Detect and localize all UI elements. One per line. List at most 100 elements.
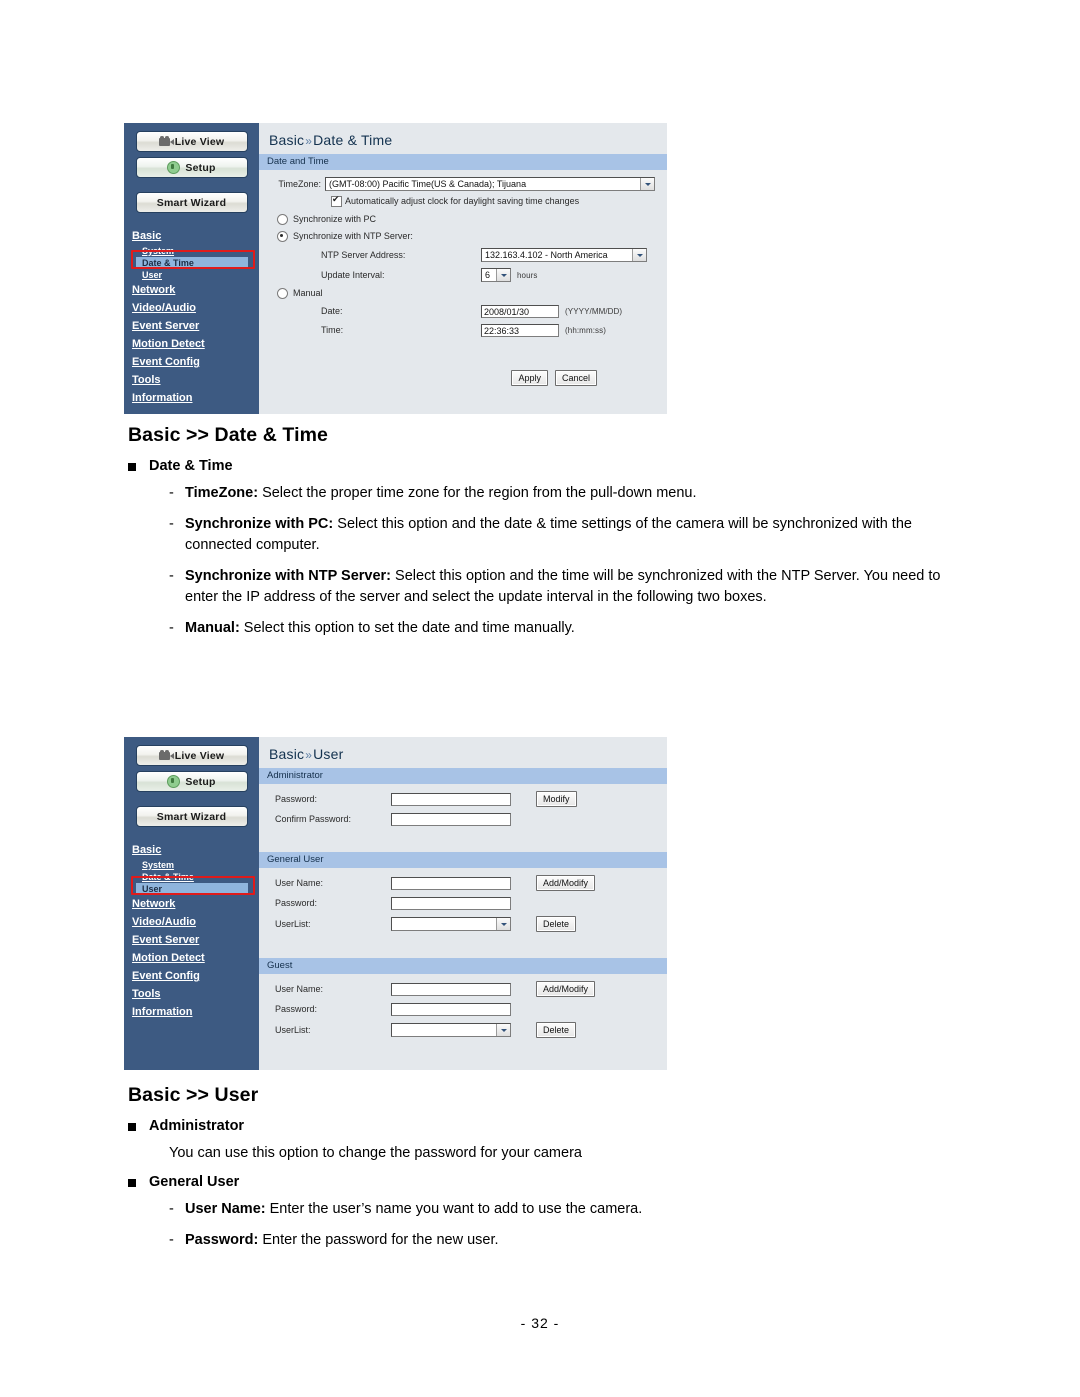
guest-username-input[interactable]	[391, 982, 511, 996]
nav-item-event-config[interactable]: Event Config	[132, 967, 259, 985]
section-bar-guest: Guest	[259, 958, 667, 974]
gear-icon	[167, 161, 181, 174]
doc-section-title-date-time: Date & Time	[128, 458, 968, 474]
camera-ui-content: Basic»User Administrator Password: Modif…	[259, 737, 667, 1070]
section-bar-administrator: Administrator	[259, 768, 667, 784]
screenshot-basic-date-time: Live View Setup Smart Wizard Basic Syste…	[124, 123, 667, 414]
sync-ntp-radio[interactable]	[277, 231, 288, 242]
nav-item-information[interactable]: Information	[132, 1003, 259, 1021]
nav-item-motion-detect[interactable]: Motion Detect	[132, 335, 259, 353]
general-delete-button[interactable]: Delete	[536, 916, 577, 932]
apply-button[interactable]: Apply	[511, 370, 548, 386]
nav-item-tools[interactable]: Tools	[132, 985, 259, 1003]
section-bar-date-and-time: Date and Time	[259, 154, 667, 170]
guest-add-modify-button[interactable]: Add/Modify	[536, 981, 596, 997]
manual-date-input[interactable]: 2008/01/30	[481, 305, 559, 318]
nav-item-information[interactable]: Information	[132, 389, 259, 407]
setup-button[interactable]: Setup	[135, 771, 248, 792]
manual-time-input[interactable]: 22:36:33	[481, 324, 559, 337]
nav-item-event-server[interactable]: Event Server	[132, 931, 259, 949]
doc-item-term: Password:	[185, 1232, 259, 1248]
timezone-select[interactable]: (GMT-08:00) Pacific Time(US & Canada); T…	[325, 177, 655, 191]
admin-password-input[interactable]	[391, 792, 511, 806]
page-title: Basic»Date & Time	[259, 123, 667, 154]
nav-item-date-time[interactable]: Date & Time	[132, 871, 259, 883]
nav-item-motion-detect[interactable]: Motion Detect	[132, 949, 259, 967]
guest-userlist-select[interactable]	[391, 1023, 511, 1037]
cancel-button[interactable]: Cancel	[554, 370, 597, 386]
sync-pc-radio[interactable]	[277, 214, 288, 225]
nav-item-network[interactable]: Network	[132, 895, 259, 913]
live-view-label: Live View	[174, 135, 225, 148]
nav-item-system[interactable]: System	[132, 859, 259, 871]
nav-item-system[interactable]: System	[132, 245, 259, 257]
doc-item-user-name: - User Name: Enter the user’s name you w…	[169, 1199, 968, 1220]
nav-item-video-audio[interactable]: Video/Audio	[132, 299, 259, 317]
page-title: Basic»User	[259, 737, 667, 768]
update-interval-select[interactable]: 6	[481, 268, 511, 282]
update-interval-label: Update Interval:	[321, 269, 385, 280]
general-password-label: Password:	[275, 898, 318, 908]
guest-delete-button[interactable]: Delete	[536, 1022, 577, 1038]
nav-item-user[interactable]: User	[132, 269, 259, 281]
general-userlist-label: UserList:	[275, 918, 311, 929]
setup-button[interactable]: Setup	[135, 157, 248, 178]
timezone-value: (GMT-08:00) Pacific Time(US & Canada); T…	[329, 179, 527, 189]
gear-icon	[167, 775, 181, 788]
manual-radio[interactable]	[277, 288, 288, 299]
nav-item-video-audio[interactable]: Video/Audio	[132, 913, 259, 931]
general-password-input[interactable]	[391, 897, 511, 910]
doc-item-text: Select this option to set the date and t…	[239, 620, 575, 636]
chevron-down-icon[interactable]	[496, 269, 510, 281]
doc-item-text: Select the proper time zone for the regi…	[258, 485, 697, 501]
nav-item-tools[interactable]: Tools	[132, 371, 259, 389]
doc-item-term: User Name:	[185, 1201, 266, 1217]
smart-wizard-button[interactable]: Smart Wizard	[135, 806, 248, 827]
chevron-down-icon[interactable]	[496, 918, 510, 930]
admin-modify-button[interactable]: Modify	[536, 791, 577, 807]
chevron-down-icon[interactable]	[632, 249, 646, 261]
page-title-main: Date & Time	[313, 132, 393, 148]
doc-heading-date-time: Basic >> Date & Time	[128, 424, 328, 446]
manual-time-label: Time:	[321, 325, 344, 335]
nav-item-date-time[interactable]: Date & Time	[136, 257, 248, 269]
camera-ui-content: Basic»Date & Time Date and Time TimeZone…	[259, 123, 667, 414]
nav-item-basic[interactable]: Basic	[132, 227, 259, 245]
screenshot-basic-user: Live View Setup Smart Wizard Basic Syste…	[124, 737, 667, 1070]
dash-marker: -	[169, 516, 174, 532]
nav-item-event-server[interactable]: Event Server	[132, 317, 259, 335]
nav-item-event-config[interactable]: Event Config	[132, 353, 259, 371]
nav-item-network[interactable]: Network	[132, 281, 259, 299]
bullet-square-icon	[128, 463, 136, 471]
dst-label: Automatically adjust clock for daylight …	[345, 196, 580, 206]
general-userlist-select[interactable]	[391, 917, 511, 931]
smart-wizard-button[interactable]: Smart Wizard	[135, 192, 248, 213]
smart-wizard-label: Smart Wizard	[156, 810, 227, 823]
nav-item-basic[interactable]: Basic	[132, 841, 259, 859]
dst-checkbox[interactable]	[331, 194, 342, 207]
timezone-label: TimeZone:	[278, 178, 321, 189]
dash-marker: -	[169, 1232, 174, 1248]
live-view-button[interactable]: Live View	[135, 131, 248, 152]
live-view-label: Live View	[174, 749, 225, 762]
dash-marker: -	[169, 568, 174, 584]
general-add-modify-button[interactable]: Add/Modify	[536, 875, 596, 891]
chevron-down-icon[interactable]	[496, 1024, 510, 1036]
ntp-address-select[interactable]: 132.163.4.102 - North America	[481, 248, 647, 262]
doc-item-term: TimeZone:	[185, 485, 259, 501]
guest-password-input[interactable]	[391, 1003, 511, 1016]
bullet-square-icon	[128, 1179, 136, 1187]
doc-item-term: Manual:	[185, 620, 240, 636]
setup-label: Setup	[185, 775, 216, 788]
admin-confirm-password-input[interactable]	[391, 813, 511, 826]
ntp-address-value: 132.163.4.102 - North America	[485, 250, 608, 260]
general-username-input[interactable]	[391, 876, 511, 890]
camera-nav-list: Basic System Date & Time User Network Vi…	[124, 841, 259, 1021]
doc-item-text: Enter the user’s name you want to add to…	[265, 1201, 643, 1217]
nav-item-user[interactable]: User	[136, 883, 248, 895]
live-view-button[interactable]: Live View	[135, 745, 248, 766]
manual-time-hint: (hh:mm:ss)	[565, 326, 606, 335]
manual-label: Manual	[293, 288, 323, 298]
chevron-right-icon: »	[305, 134, 313, 148]
chevron-down-icon[interactable]	[640, 178, 654, 190]
